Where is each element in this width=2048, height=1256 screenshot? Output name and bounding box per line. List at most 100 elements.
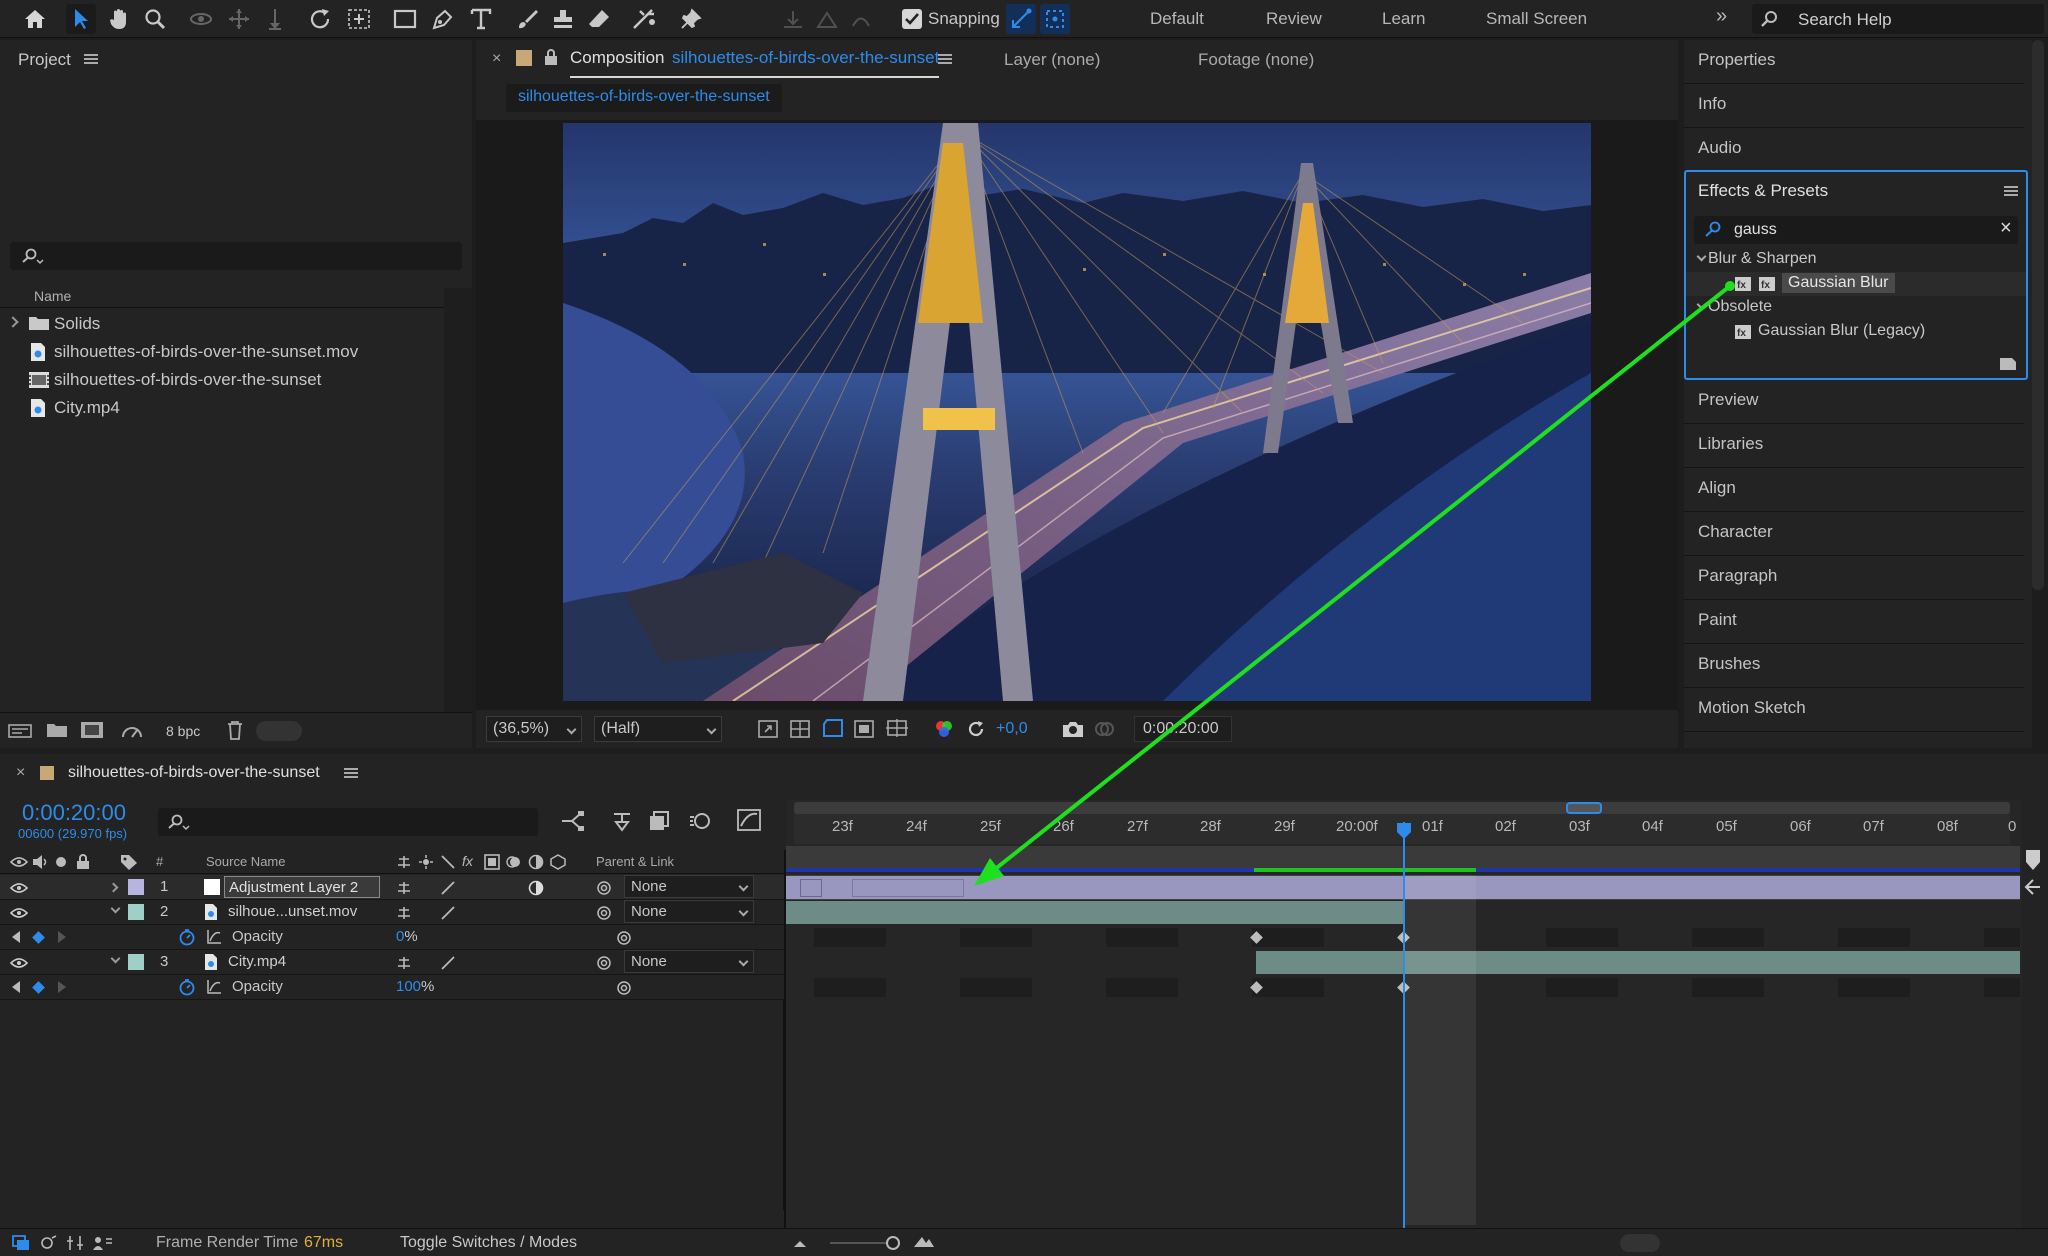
graph-icon[interactable] <box>206 979 222 995</box>
playhead-handle-icon[interactable] <box>1396 822 1412 840</box>
pick-whip-icon[interactable] <box>596 955 612 971</box>
snap-features-icon[interactable] <box>1040 4 1070 34</box>
layer-row-1[interactable]: 1 Adjustment Layer 2 None <box>0 875 784 900</box>
layer-switches-icon[interactable] <box>40 1235 58 1251</box>
adjustment-layer-switch-icon[interactable] <box>528 854 544 870</box>
workspace-learn[interactable]: Learn <box>1382 9 1425 29</box>
snap-edges-icon[interactable] <box>1006 4 1036 34</box>
type-tool-icon[interactable] <box>466 4 496 34</box>
layer-name[interactable]: silhoue...unset.mov <box>228 903 357 920</box>
channel-color-icon[interactable] <box>934 719 954 739</box>
video-eye-icon[interactable] <box>10 856 28 868</box>
snapping-checkbox[interactable] <box>902 9 922 29</box>
property-row-opacity[interactable]: Opacity 0% <box>0 925 784 950</box>
search-help-field[interactable]: Search Help <box>1752 4 2044 34</box>
close-timeline-tab-icon[interactable]: × <box>16 764 25 782</box>
tab-layer[interactable]: Layer (none) <box>1004 50 1100 70</box>
label-color-swatch[interactable] <box>516 50 532 66</box>
clear-search-icon[interactable]: × <box>2000 217 2012 240</box>
frame-blending-icon[interactable] <box>648 810 672 832</box>
interpret-footage-icon[interactable] <box>8 723 32 739</box>
project-item-footage[interactable]: silhouettes-of-birds-over-the-sunset.mov <box>0 338 444 366</box>
adjustment-layer-toggle-icon[interactable] <box>528 880 544 896</box>
panel-motion-sketch[interactable]: Motion Sketch <box>1684 688 2024 732</box>
effect-gaussian-blur-legacy[interactable]: fx Gaussian Blur (Legacy) <box>1686 320 2026 344</box>
effects-presets-title[interactable]: Effects & Presets <box>1698 181 1828 201</box>
in-out-duration-icon[interactable] <box>92 1235 114 1251</box>
layer-row-3[interactable]: 3 City.mp4 None <box>0 950 784 975</box>
shy-icon[interactable] <box>396 880 412 896</box>
resolution-dropdown[interactable]: (Half) <box>594 716 722 742</box>
home-icon[interactable] <box>20 4 50 34</box>
transparency-grid-icon[interactable] <box>790 720 810 738</box>
transfer-controls-icon[interactable] <box>66 1235 84 1251</box>
toggle-switches-modes-button[interactable]: Toggle Switches / Modes <box>400 1234 577 1252</box>
property-value[interactable]: 0% <box>396 928 418 945</box>
trash-icon[interactable] <box>226 720 244 740</box>
workspace-small-screen[interactable]: Small Screen <box>1486 9 1587 29</box>
workspace-default[interactable]: Default <box>1150 9 1204 29</box>
tab-footage[interactable]: Footage (none) <box>1198 50 1314 70</box>
comp-marker-bin-icon[interactable] <box>2022 876 2044 898</box>
project-menu-icon[interactable] <box>84 54 98 64</box>
panel-libraries[interactable]: Libraries <box>1684 424 2024 468</box>
graph-icon[interactable] <box>206 929 222 945</box>
column-source-name[interactable]: Source Name <box>206 854 285 869</box>
eraser-tool-icon[interactable] <box>584 4 614 34</box>
zoom-tool-icon[interactable] <box>140 4 170 34</box>
close-tab-icon[interactable]: × <box>492 50 501 68</box>
expression-pick-whip-icon[interactable] <box>616 930 632 946</box>
zoom-out-icon[interactable] <box>792 1237 808 1249</box>
graph-editor-icon[interactable] <box>736 808 762 832</box>
lock-column-icon[interactable] <box>76 854 90 870</box>
composition-menu-icon[interactable] <box>938 54 952 64</box>
pan-behind-icon[interactable] <box>344 4 374 34</box>
quality-icon[interactable] <box>440 955 456 971</box>
hand-tool-icon[interactable] <box>104 4 134 34</box>
timeline-comp-tab[interactable]: silhouettes-of-birds-over-the-sunset <box>68 764 320 782</box>
effect-switch-icon[interactable]: fx <box>462 853 473 869</box>
layer-bar-silhouettes[interactable] <box>786 901 1404 924</box>
panel-paragraph[interactable]: Paragraph <box>1684 556 2024 600</box>
layer-label-color[interactable] <box>128 954 144 970</box>
next-keyframe-icon[interactable] <box>58 981 66 993</box>
right-panels-scrollbar[interactable] <box>2032 40 2044 590</box>
rotate-tool-icon[interactable] <box>306 4 336 34</box>
panel-properties[interactable]: Properties <box>1684 40 2024 84</box>
region-of-interest-icon[interactable] <box>854 720 874 738</box>
timeline-timecode[interactable]: 0:00:20:00 <box>22 800 126 826</box>
frame-blend-switch-icon[interactable] <box>484 854 500 870</box>
new-composition-icon[interactable] <box>80 721 104 739</box>
panel-brushes[interactable]: Brushes <box>1684 644 2024 688</box>
motion-blur-switch-icon[interactable] <box>506 854 522 870</box>
rectangle-tool-icon[interactable] <box>390 4 420 34</box>
pen-tool-icon[interactable] <box>428 4 458 34</box>
label-tag-icon[interactable] <box>120 854 138 870</box>
timeline-search-input[interactable] <box>158 808 538 836</box>
panel-align[interactable]: Align <box>1684 468 2024 512</box>
timeline-menu-icon[interactable] <box>344 768 358 778</box>
layer-name[interactable]: City.mp4 <box>228 953 286 970</box>
visibility-eye-icon[interactable] <box>10 907 28 919</box>
panel-character[interactable]: Character <box>1684 512 2024 556</box>
quality-icon[interactable] <box>440 880 456 896</box>
layer-label-color[interactable] <box>128 904 144 920</box>
motion-blur-icon[interactable] <box>688 810 712 832</box>
layer-bar-handle[interactable] <box>800 879 822 897</box>
project-panel-title[interactable]: Project <box>18 50 71 70</box>
zoom-in-icon[interactable] <box>912 1235 936 1249</box>
pan-camera-icon[interactable] <box>224 4 254 34</box>
shy-icon[interactable] <box>396 955 412 971</box>
panel-info[interactable]: Info <box>1684 84 2024 128</box>
render-icon[interactable] <box>12 1235 30 1251</box>
expand-arrow-icon[interactable] <box>7 316 19 328</box>
draft-3d-icon[interactable] <box>610 810 634 832</box>
current-time-indicator[interactable] <box>1403 822 1405 1228</box>
solo-icon[interactable] <box>56 857 66 867</box>
exposure-value[interactable]: +0,0 <box>996 720 1028 738</box>
project-item-folder[interactable]: Solids <box>0 310 444 338</box>
layer-bar-city[interactable] <box>1256 951 2020 974</box>
panel-preview[interactable]: Preview <box>1684 380 2024 424</box>
layer-bar-selection[interactable] <box>852 879 964 897</box>
prev-keyframe-icon[interactable] <box>12 981 20 993</box>
